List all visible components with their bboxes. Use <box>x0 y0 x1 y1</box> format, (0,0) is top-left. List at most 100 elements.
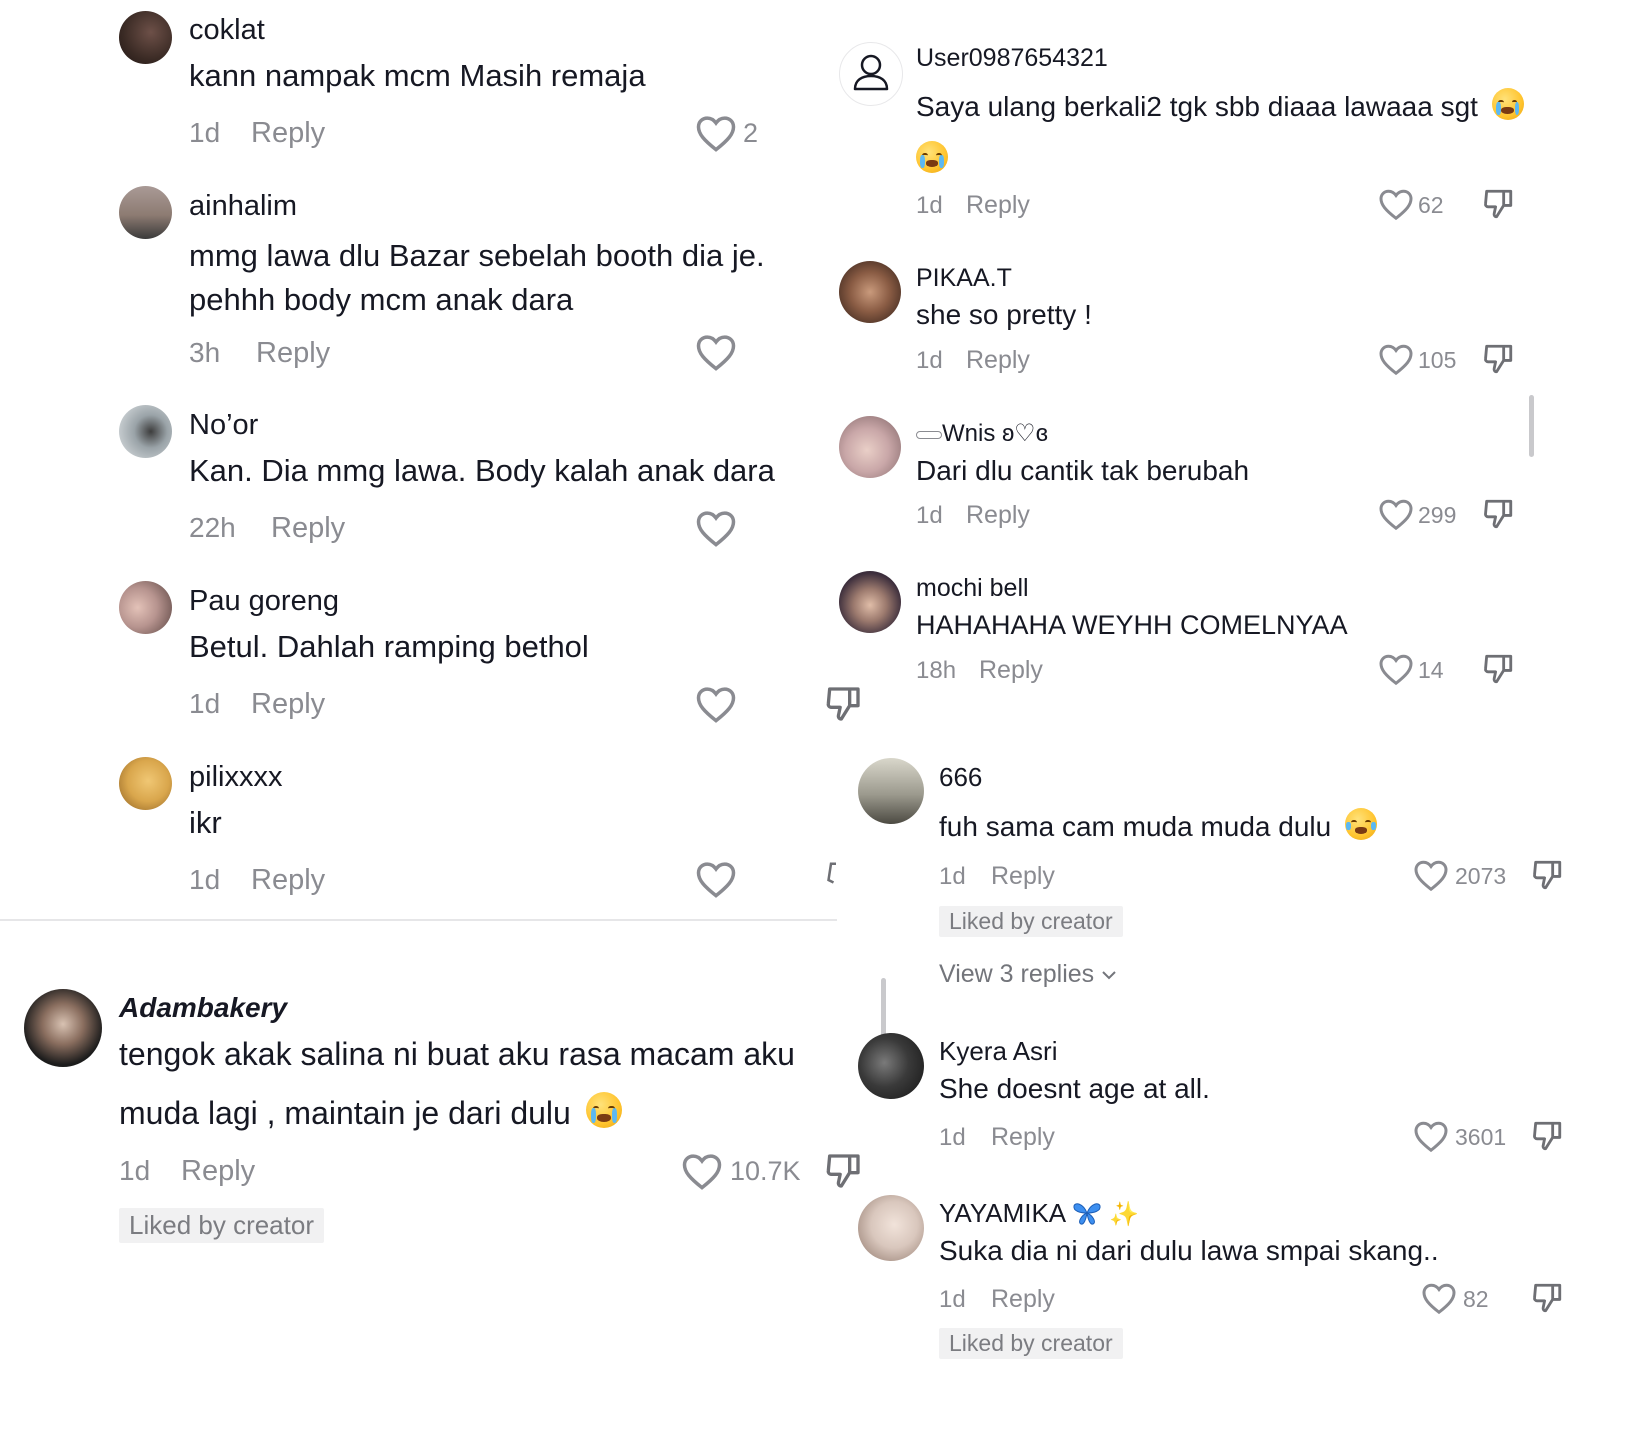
avatar[interactable] <box>839 42 903 106</box>
reply-button[interactable]: Reply <box>991 1285 1055 1314</box>
comment-time: 18h <box>916 657 957 684</box>
comment-username[interactable]: Wnis ʚ♡ɞ <box>916 419 1048 448</box>
avatar[interactable] <box>839 416 901 478</box>
comment-time: 1d <box>916 347 943 374</box>
reply-button[interactable]: Reply <box>251 864 325 897</box>
comment-time: 1d <box>939 1124 966 1151</box>
like-count: 62 <box>1418 192 1444 218</box>
comment-text: Betul. Dahlah ramping bethol <box>189 629 589 664</box>
username-underline-glyph <box>916 430 942 439</box>
dislike-icon[interactable] <box>1530 1280 1564 1316</box>
comment-time: 1d <box>119 1155 151 1186</box>
dislike-icon[interactable] <box>1481 186 1515 222</box>
butterfly-icon <box>1073 1203 1101 1225</box>
reply-button[interactable]: Reply <box>966 501 1030 530</box>
avatar[interactable] <box>119 757 172 810</box>
like-count: 10.7K <box>730 1156 801 1186</box>
comment-text: ikr <box>189 805 222 840</box>
crying-emoji-icon <box>585 1092 622 1128</box>
heart-icon[interactable] <box>1413 858 1449 892</box>
reply-button[interactable]: Reply <box>991 862 1055 891</box>
dislike-icon[interactable] <box>1481 651 1515 687</box>
comment-username[interactable]: PIKAA.T <box>916 264 1012 293</box>
heart-icon[interactable] <box>1378 497 1414 531</box>
reply-button[interactable]: Reply <box>251 117 325 150</box>
avatar[interactable] <box>858 1195 924 1261</box>
comment-text: Kan. Dia mmg lawa. Body kalah anak dara <box>189 453 775 488</box>
comment-username[interactable]: YAYAMIKA ✨ <box>939 1198 1139 1229</box>
heart-icon[interactable] <box>1421 1281 1457 1315</box>
comment-time: 3h <box>189 337 221 368</box>
crying-emoji-icon <box>1491 88 1524 120</box>
dislike-icon[interactable] <box>823 1150 863 1192</box>
comment-username[interactable]: ainhalim <box>189 190 297 223</box>
avatar[interactable] <box>839 261 901 323</box>
comment-text: mmg lawa dlu Bazar sebelah booth dia je.… <box>189 238 765 317</box>
reply-button[interactable]: Reply <box>271 512 345 545</box>
comment-username[interactable]: 666 <box>939 762 982 793</box>
reply-button[interactable]: Reply <box>181 1155 255 1188</box>
avatar[interactable] <box>119 186 172 239</box>
comment-username[interactable]: No’or <box>189 409 258 442</box>
comment-time: 1d <box>189 864 221 895</box>
comment-username[interactable]: pilixxxx <box>189 761 282 794</box>
avatar[interactable] <box>119 405 172 458</box>
comment-text: HAHAHAHA WEYHH COMELNYAA <box>916 610 1348 640</box>
comment-time: 1d <box>939 863 966 890</box>
heart-icon[interactable] <box>1378 342 1414 376</box>
sparkles-icon: ✨ <box>1109 1201 1140 1228</box>
comment-text: fuh sama cam muda muda dulu <box>939 811 1332 842</box>
like-count: 2073 <box>1455 863 1507 889</box>
heart-icon[interactable] <box>1378 652 1414 686</box>
dislike-icon[interactable] <box>1481 341 1515 377</box>
like-count: 3601 <box>1455 1124 1507 1150</box>
reply-button[interactable]: Reply <box>256 337 330 370</box>
avatar[interactable] <box>858 758 924 824</box>
dislike-icon[interactable] <box>823 683 863 725</box>
avatar[interactable] <box>858 1033 924 1099</box>
reply-button[interactable]: Reply <box>966 346 1030 375</box>
heart-icon[interactable] <box>695 859 737 899</box>
comment-username[interactable]: User0987654321 <box>916 44 1108 73</box>
scrollbar[interactable] <box>1529 395 1534 457</box>
dislike-icon[interactable] <box>1530 857 1564 893</box>
avatar[interactable] <box>24 989 102 1067</box>
heart-icon[interactable] <box>681 1151 723 1191</box>
heart-icon[interactable] <box>1378 187 1414 221</box>
dislike-icon[interactable] <box>823 860 839 890</box>
avatar[interactable] <box>119 11 172 64</box>
reply-button[interactable]: Reply <box>251 688 325 721</box>
reply-button[interactable]: Reply <box>966 191 1030 220</box>
comment-text-line2: muda lagi , maintain je dari dulu <box>119 1092 622 1132</box>
comment-text-line1: tengok akak salina ni buat aku rasa maca… <box>119 1036 795 1072</box>
comment-username[interactable]: Kyera Asri <box>939 1036 1058 1067</box>
dislike-icon[interactable] <box>1530 1118 1564 1154</box>
comment-text: kann nampak mcm Masih remaja <box>189 58 646 93</box>
like-count: 2 <box>743 118 759 148</box>
comment-text: Saya ulang berkali2 tgk sbb diaaa lawaaa… <box>916 91 1478 122</box>
heart-icon[interactable] <box>695 684 737 724</box>
reply-button[interactable]: Reply <box>979 656 1043 685</box>
comment-username[interactable]: Adambakery <box>119 992 287 1024</box>
view-replies-button[interactable]: View 3 replies <box>939 960 1117 989</box>
liked-by-creator-badge: Liked by creator <box>939 906 1123 937</box>
liked-by-creator-badge: Liked by creator <box>119 1208 324 1243</box>
avatar[interactable] <box>839 571 901 633</box>
comment-username[interactable]: coklat <box>189 14 265 47</box>
dislike-icon[interactable] <box>1481 496 1515 532</box>
like-count: 299 <box>1418 502 1457 528</box>
heart-icon[interactable] <box>695 508 737 548</box>
heart-icon[interactable] <box>695 113 737 153</box>
avatar[interactable] <box>119 581 172 634</box>
laughing-emoji-icon <box>1345 808 1377 840</box>
comment-username[interactable]: Pau goreng <box>189 585 339 618</box>
comment-time: 22h <box>189 512 236 543</box>
comment-text: She doesnt age at all. <box>939 1073 1210 1104</box>
comment-text: muda lagi , maintain je dari dulu <box>119 1095 571 1131</box>
section-divider <box>0 919 837 921</box>
heart-icon[interactable] <box>1413 1119 1449 1153</box>
comment-username[interactable]: mochi bell <box>916 574 1029 603</box>
chevron-down-icon <box>1102 971 1116 980</box>
heart-icon[interactable] <box>695 332 737 372</box>
reply-button[interactable]: Reply <box>991 1123 1055 1152</box>
